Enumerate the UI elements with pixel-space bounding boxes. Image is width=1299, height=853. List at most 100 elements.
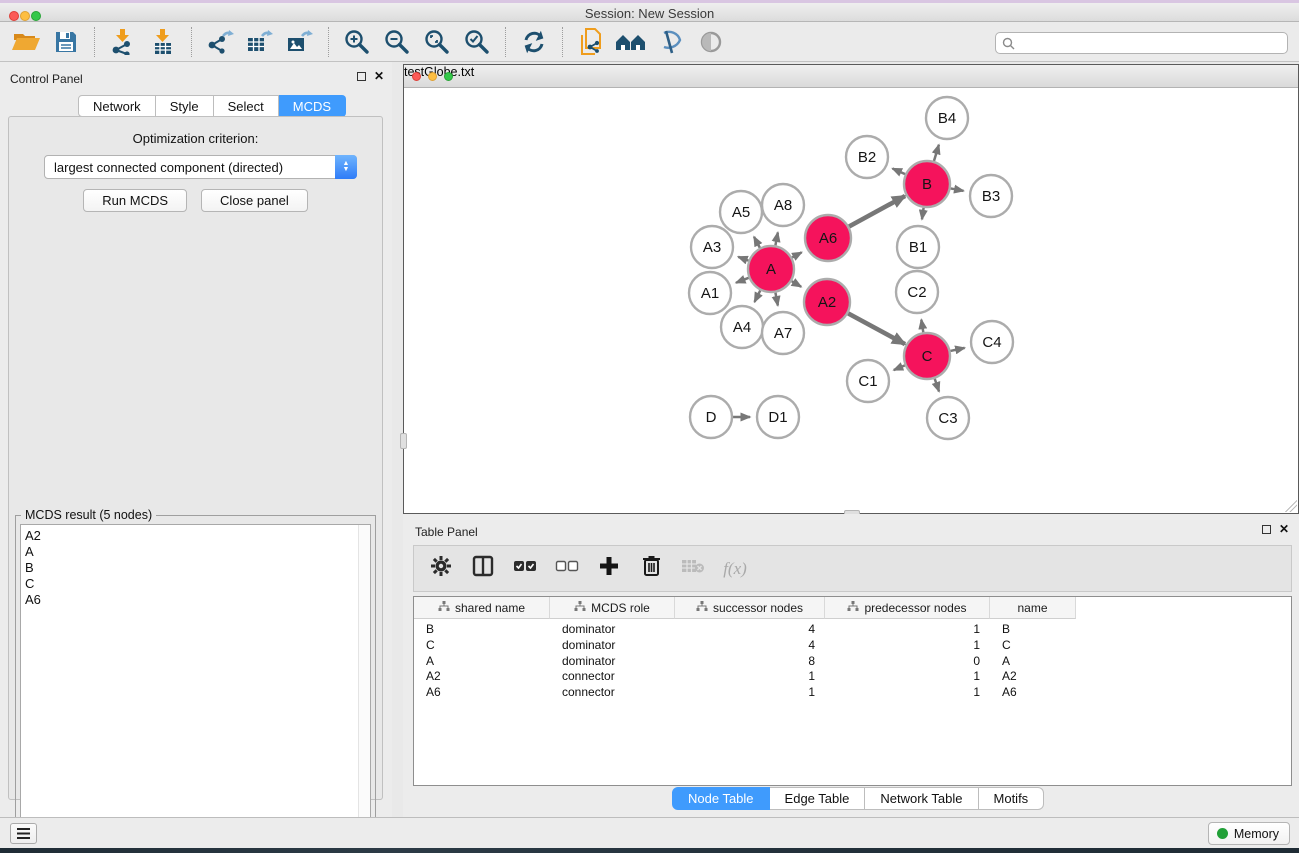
settings-button[interactable] <box>428 556 454 582</box>
result-list-item[interactable]: B <box>25 560 354 576</box>
import-network-button[interactable] <box>103 25 143 59</box>
node-A[interactable]: A <box>748 246 794 292</box>
node-A2[interactable]: A2 <box>804 279 850 325</box>
task-history-button[interactable] <box>10 823 37 844</box>
column-header-shared-name[interactable]: shared name <box>414 597 550 619</box>
tab-node-table[interactable]: Node Table <box>672 787 770 810</box>
tab-style[interactable]: Style <box>156 95 214 117</box>
node-C[interactable]: C <box>904 333 950 379</box>
export-image-button[interactable] <box>280 25 320 59</box>
export-network-button[interactable] <box>200 25 240 59</box>
edge-C-C2[interactable] <box>921 320 923 333</box>
tab-mcds[interactable]: MCDS <box>279 95 346 117</box>
criterion-dropdown[interactable]: largest connected component (directed) ▲… <box>44 155 357 179</box>
tab-motifs[interactable]: Motifs <box>979 787 1045 810</box>
result-list-item[interactable]: C <box>25 576 354 592</box>
close-panel-button[interactable]: Close panel <box>201 189 308 212</box>
node-B[interactable]: B <box>904 161 950 207</box>
edge-C-C1[interactable] <box>894 365 905 370</box>
network-zoom-button[interactable] <box>444 72 453 81</box>
open-session-button[interactable] <box>6 25 46 59</box>
import-table-button[interactable] <box>143 25 183 59</box>
home-button[interactable] <box>611 25 651 59</box>
table-row[interactable]: A2connector11A2 <box>414 668 1076 684</box>
table-row[interactable]: Bdominator41B <box>414 621 1076 637</box>
hide-panel-button[interactable] <box>651 25 691 59</box>
column-header-name[interactable]: name <box>990 597 1076 619</box>
result-list-item[interactable]: A2 <box>25 528 354 544</box>
node-C2[interactable]: C2 <box>896 271 938 313</box>
node-C4[interactable]: C4 <box>971 321 1013 363</box>
node-D1[interactable]: D1 <box>757 396 799 438</box>
node-A4[interactable]: A4 <box>721 306 763 348</box>
tab-edge-table[interactable]: Edge Table <box>770 787 866 810</box>
edge-B-B1[interactable] <box>922 208 924 220</box>
node-B3[interactable]: B3 <box>970 175 1012 217</box>
edge-A-A1[interactable] <box>736 278 749 283</box>
run-mcds-button[interactable]: Run MCDS <box>83 189 187 212</box>
node-table[interactable]: shared nameMCDS rolesuccessor nodesprede… <box>413 596 1292 786</box>
zoom-fit-button[interactable] <box>417 25 457 59</box>
node-A5[interactable]: A5 <box>720 191 762 233</box>
network-close-button[interactable] <box>412 72 421 81</box>
float-panel-icon[interactable] <box>357 72 366 81</box>
edge-A-A6[interactable] <box>792 252 802 257</box>
edge-B-B3[interactable] <box>951 188 964 190</box>
table-row[interactable]: Adominator80A <box>414 653 1076 669</box>
zoom-out-button[interactable] <box>377 25 417 59</box>
edge-A-A3[interactable] <box>738 257 748 261</box>
table-row[interactable]: Cdominator41C <box>414 637 1076 653</box>
columns-button[interactable] <box>470 556 496 582</box>
node-B1[interactable]: B1 <box>897 226 939 268</box>
node-B2[interactable]: B2 <box>846 136 888 178</box>
column-header-predecessor-nodes[interactable]: predecessor nodes <box>825 597 990 619</box>
edge-B-B2[interactable] <box>893 168 906 174</box>
deselect-all-button[interactable] <box>554 556 580 582</box>
mcds-result-list[interactable]: A2ABCA6 <box>20 524 371 848</box>
vertical-scroll-handle[interactable] <box>400 433 407 449</box>
table-float-panel-icon[interactable] <box>1262 525 1271 534</box>
tab-network[interactable]: Network <box>78 95 156 117</box>
search-input[interactable] <box>1019 36 1281 50</box>
node-C3[interactable]: C3 <box>927 397 969 439</box>
table-row[interactable]: A6connector11A6 <box>414 684 1076 700</box>
select-all-button[interactable] <box>512 556 538 582</box>
export-table-button[interactable] <box>240 25 280 59</box>
save-session-button[interactable] <box>46 25 86 59</box>
node-A3[interactable]: A3 <box>691 226 733 268</box>
result-list-item[interactable]: A <box>25 544 354 560</box>
edge-B-B4[interactable] <box>934 145 939 161</box>
show-eye-button[interactable] <box>691 25 731 59</box>
edge-A-A2[interactable] <box>792 281 801 287</box>
edge-A2-C[interactable] <box>848 313 905 344</box>
zoom-selected-button[interactable] <box>457 25 497 59</box>
node-D[interactable]: D <box>690 396 732 438</box>
network-minimize-button[interactable] <box>428 72 437 81</box>
result-list-scrollbar[interactable] <box>358 525 370 847</box>
node-A6[interactable]: A6 <box>805 215 851 261</box>
column-header-successor-nodes[interactable]: successor nodes <box>675 597 825 619</box>
network-from-file-button[interactable] <box>571 25 611 59</box>
node-C1[interactable]: C1 <box>847 360 889 402</box>
add-button[interactable] <box>596 556 622 582</box>
edge-C-C4[interactable] <box>950 348 964 351</box>
tab-network-table[interactable]: Network Table <box>865 787 978 810</box>
memory-button[interactable]: Memory <box>1208 822 1290 845</box>
delete-button[interactable] <box>638 556 664 582</box>
column-header-MCDS-role[interactable]: MCDS role <box>550 597 675 619</box>
tab-select[interactable]: Select <box>214 95 279 117</box>
window-resize-grip[interactable] <box>1285 500 1297 512</box>
close-panel-icon[interactable]: ✕ <box>374 72 384 81</box>
node-B4[interactable]: B4 <box>926 97 968 139</box>
edge-A-A5[interactable] <box>754 237 760 248</box>
node-A8[interactable]: A8 <box>762 184 804 226</box>
node-A1[interactable]: A1 <box>689 272 731 314</box>
edge-C-C3[interactable] <box>935 379 939 392</box>
refresh-button[interactable] <box>514 25 554 59</box>
table-close-panel-icon[interactable]: ✕ <box>1279 525 1289 534</box>
edge-A-A8[interactable] <box>775 233 777 246</box>
edge-A-A7[interactable] <box>775 293 777 306</box>
edge-A-A4[interactable] <box>755 290 761 301</box>
zoom-in-button[interactable] <box>337 25 377 59</box>
result-list-item[interactable]: A6 <box>25 592 354 608</box>
